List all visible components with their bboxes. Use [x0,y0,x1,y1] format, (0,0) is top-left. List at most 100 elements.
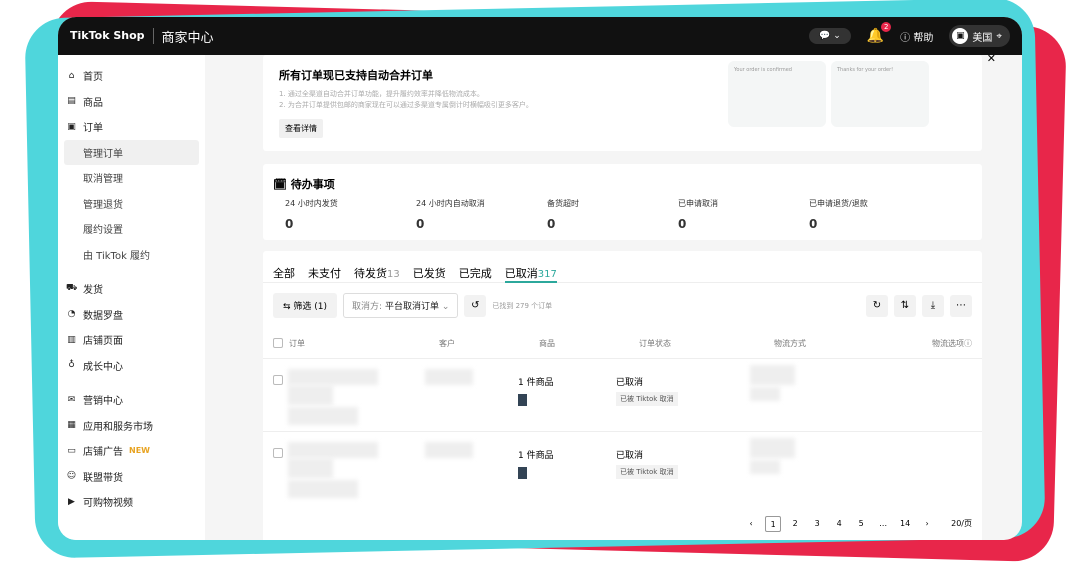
product-thumbnail[interactable] [518,467,527,479]
tab[interactable]: 未支付 [308,265,341,282]
sidebar-item[interactable]: ☺ 联盟带货 [58,464,205,490]
todo-value: 0 [285,217,294,231]
order-status: 已取消 [616,378,644,388]
per-page-select[interactable]: 20/页 [951,516,972,532]
page-button[interactable]: 2 [787,516,803,532]
sidebar-item[interactable]: 管理订单 [64,139,199,165]
page-button[interactable]: … [875,516,891,532]
prev-page-icon[interactable]: ‹ [743,516,759,532]
sidebar-item-label: 营销中心 [83,396,123,408]
help-button[interactable]: ⓘ 帮助 [900,29,933,44]
table-row[interactable]: 1 件商品 已取消 已被 Tiktok 取消 [263,358,982,431]
region-selector[interactable]: ▣ 美国 ⌖ [949,25,1010,47]
todo-card: 🗓 待办事项 24 小时内发货 0 24 小时内自动取消 0 备货超时 0 已申请取消 0 已申… [263,164,982,240]
sidebar-item[interactable]: ▥ 店铺页面 [58,327,205,353]
sidebar-item[interactable]: ▭ 店铺广告 NEW [58,438,205,464]
refresh-icon[interactable]: ↻ [866,294,888,317]
sidebar-item-label: 数据罗盘 [83,310,123,322]
orders-card: 全部 未支付 待发货13 已发货 已完成 已取消317 ⇆ 筛选 (1) 取消方: 平台取… [263,251,982,540]
sidebar-item[interactable]: ▶ 可购物视频 [58,489,205,515]
filter-button[interactable]: ⇆ 筛选 (1) [273,293,338,318]
product-thumbnail[interactable] [518,394,527,406]
sidebar-item-label: 成长中心 [83,361,123,373]
sort-icon[interactable]: ⇅ [894,294,916,317]
redacted-content [288,480,358,498]
tab-label: 未支付 [308,267,341,280]
sidebar-item-label: 应用和服务市场 [83,421,153,433]
view-details-button[interactable]: 查看详情 [279,119,323,138]
redacted-content [288,369,378,385]
todo-item[interactable]: 24 小时内发货 0 [285,198,416,231]
page-button[interactable]: 14 [897,516,913,532]
column-header: 订单 [289,338,305,348]
todo-title-text: 待办事项 [290,178,335,191]
page-button[interactable]: 1 [765,516,782,532]
todo-value: 0 [547,217,556,231]
preview-image: Thanks for your order! [831,61,929,127]
tiktok-shop-logo[interactable]: TikTok Shop [70,30,145,41]
todo-item[interactable]: 已申请取消 0 [678,198,809,231]
redacted-content [288,385,333,405]
todo-value: 0 [678,217,687,231]
help-icon[interactable]: ⓘ [964,338,972,349]
close-icon[interactable]: ✕ [987,52,996,65]
sidebar-icon: ▤ [67,96,76,107]
sidebar-item[interactable]: ✉ 营销中心 [58,387,205,413]
sidebar-item-label: 店铺广告 [83,447,123,459]
table-row[interactable]: 1 件商品 已取消 已被 Tiktok 取消 [263,431,982,504]
page-button[interactable]: 4 [831,516,847,532]
next-page-icon[interactable]: › [919,516,935,532]
sidebar-item[interactable]: 取消管理 [58,165,205,191]
sidebar-item[interactable]: 由 TikTok 履约 [58,242,205,268]
redacted-content [750,438,795,458]
row-checkbox[interactable] [273,375,283,385]
sidebar-item-label: 首页 [83,72,103,84]
download-icon[interactable]: ⤓ [922,294,944,317]
filter-label: 筛选 (1) [293,302,328,312]
tab[interactable]: 全部 [273,265,295,282]
sidebar-item[interactable]: ⛟ 发货 [58,276,205,302]
sidebar-item[interactable]: ▤ 商品 [58,89,205,115]
app-title: 商家中心 [161,30,214,46]
column-header: 物流选项 [932,338,964,348]
sidebar-item[interactable]: ◔ 数据罗盘 [58,302,205,328]
cancel-by-select[interactable]: 取消方: 平台取消订单 ⌄ [343,293,459,318]
todo-item[interactable]: 已申请退货/退款 0 [809,198,940,231]
todo-item[interactable]: 备货超时 0 [547,198,678,231]
select-label: 取消方: [352,302,383,312]
sidebar-item-label: 商品 [83,97,103,109]
chat-button[interactable]: 💬 ⌄ [809,28,851,44]
order-tabs: 全部 未支付 待发货13 已发货 已完成 已取消317 [263,251,982,283]
tab-label: 已取消 [504,267,538,280]
page-button[interactable]: 5 [853,516,869,532]
row-checkbox[interactable] [273,448,283,458]
tab[interactable]: 待发货13 [354,265,400,282]
select-all-checkbox[interactable] [273,338,283,348]
sidebar-item[interactable]: ♁ 成长中心 [58,353,205,379]
table-header: 订单 客户 商品 订单状态 物流方式 物流选项 ⓘ [263,328,982,358]
reset-icon[interactable]: ↺ [464,294,487,317]
notification-badge: 2 [881,22,892,32]
tab[interactable]: 已完成 [459,265,492,282]
sidebar-item[interactable]: ▣ 订单 [58,114,205,140]
tab[interactable]: 已取消317 [504,265,557,283]
todo-label: 24 小时内发货 [285,199,338,208]
todo-item[interactable]: 24 小时内自动取消 0 [416,198,547,231]
tab-count: 13 [387,269,400,280]
more-icon[interactable]: ⋯ [950,294,972,317]
sidebar-item[interactable]: 管理退货 [58,191,205,217]
status-tag: 已被 Tiktok 取消 [616,465,678,479]
tab-label: 已发货 [412,267,446,280]
redacted-content [750,365,795,385]
divider [152,28,154,44]
tab[interactable]: 已发货 [413,265,446,282]
sidebar-item[interactable]: ⌂ 首页 [58,63,205,89]
bell-icon[interactable]: 🔔 2 [867,22,892,44]
region-label: 美国 [972,32,993,44]
sidebar-item[interactable]: 履约设置 [58,216,205,242]
redacted-content [750,387,780,401]
sidebar-item[interactable]: ▦ 应用和服务市场 [58,413,205,439]
sidebar-item-label: 管理订单 [83,148,123,160]
preview-text: Your order is confirmed [734,67,792,73]
page-button[interactable]: 3 [809,516,825,532]
